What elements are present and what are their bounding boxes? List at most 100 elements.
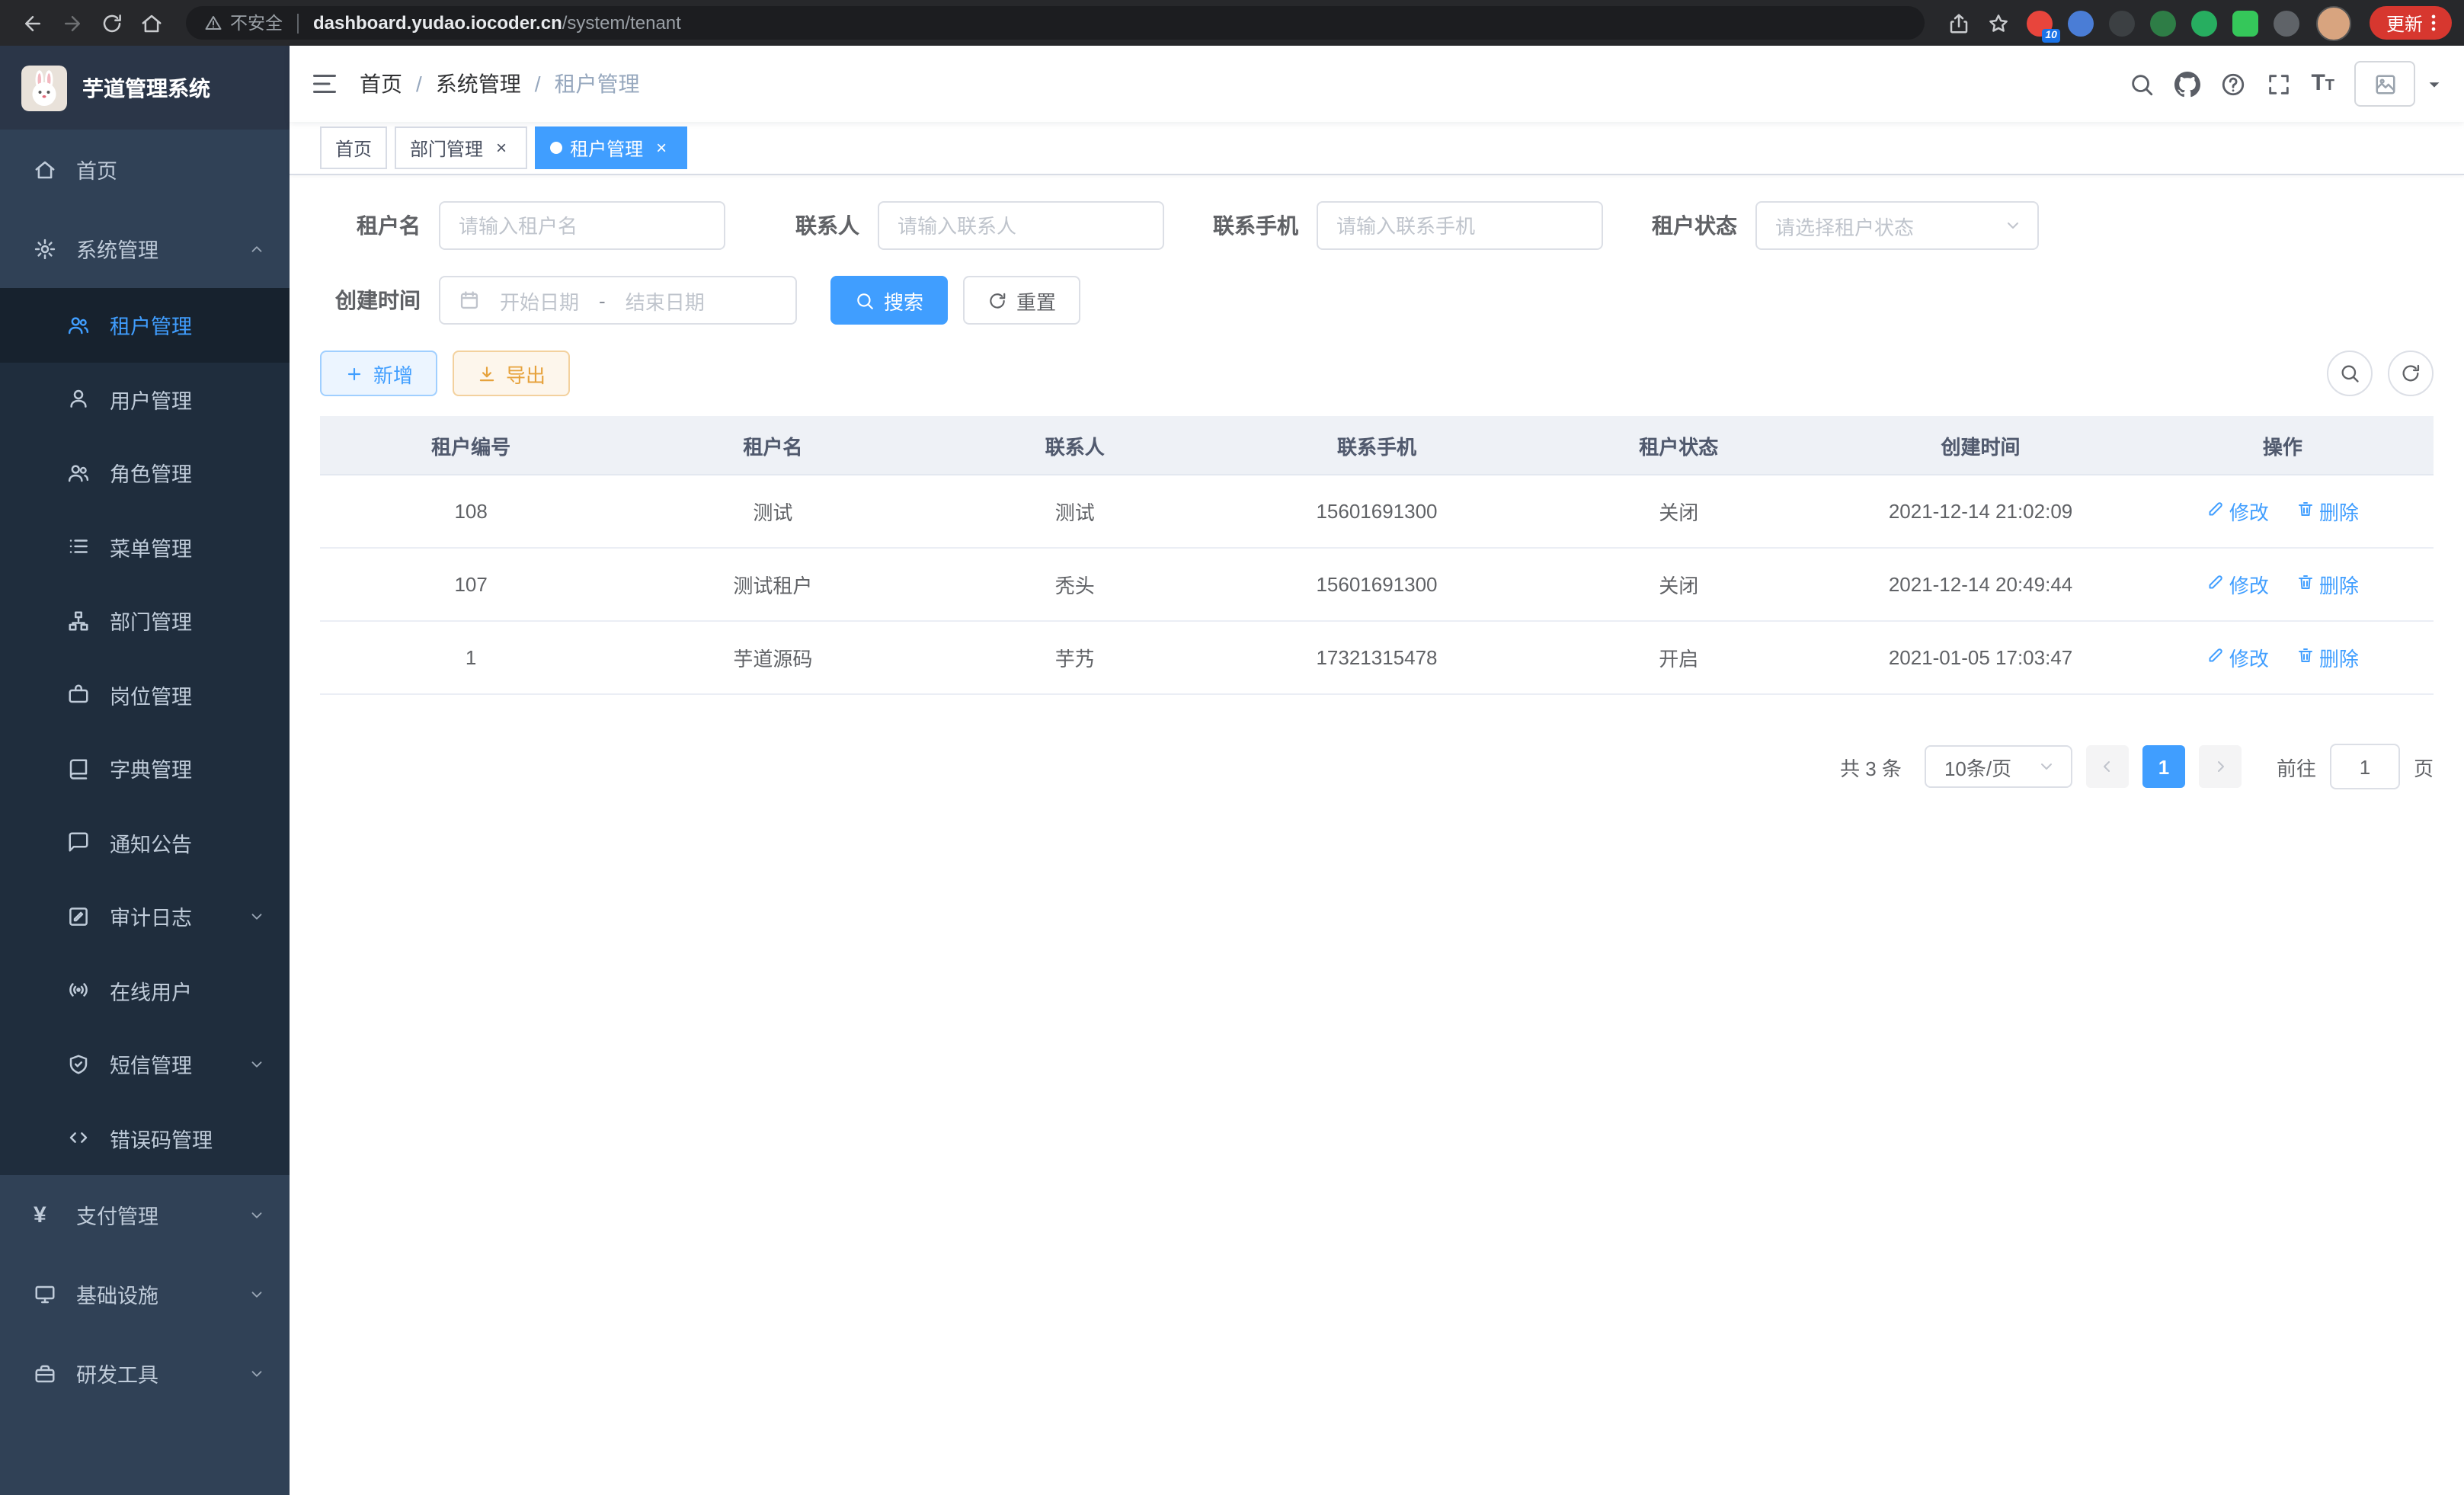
sidebar-item-online-user[interactable]: 在线用户 bbox=[0, 953, 290, 1027]
extension-icon-4[interactable] bbox=[2150, 10, 2176, 36]
cell-phone: 17321315478 bbox=[1226, 621, 1528, 694]
range-separator: - bbox=[599, 289, 606, 312]
goto-page-input[interactable] bbox=[2330, 744, 2400, 789]
reset-button[interactable]: 重置 bbox=[963, 276, 1080, 325]
edit-button[interactable]: 修改 bbox=[2206, 643, 2269, 672]
user-avatar[interactable] bbox=[2354, 61, 2415, 107]
sidebar-toggle-button[interactable] bbox=[290, 70, 360, 98]
breadcrumb-home[interactable]: 首页 bbox=[360, 69, 402, 99]
delete-button[interactable]: 删除 bbox=[2296, 497, 2359, 526]
tenant-name-input[interactable] bbox=[439, 201, 725, 250]
extension-icon-5[interactable] bbox=[2191, 10, 2217, 36]
edit-button[interactable]: 修改 bbox=[2206, 497, 2269, 526]
sidebar-item-label: 错误码管理 bbox=[110, 1123, 213, 1154]
breadcrumb-system[interactable]: 系统管理 bbox=[436, 69, 521, 99]
table-toolbar: 新增 导出 bbox=[320, 351, 2434, 396]
url-path: /system/tenant bbox=[562, 12, 681, 34]
header-search-button[interactable] bbox=[2128, 71, 2154, 97]
next-page-button[interactable] bbox=[2199, 745, 2242, 788]
start-date-placeholder: 开始日期 bbox=[500, 286, 579, 315]
sidebar-item-post[interactable]: 岗位管理 bbox=[0, 658, 290, 731]
log-icon bbox=[67, 905, 93, 928]
extension-icon-6[interactable] bbox=[2232, 10, 2258, 36]
trash-icon bbox=[2296, 573, 2315, 596]
reload-button[interactable] bbox=[91, 3, 131, 43]
toggle-search-button[interactable] bbox=[2327, 351, 2373, 396]
edit-button[interactable]: 修改 bbox=[2206, 570, 2269, 599]
contact-input[interactable] bbox=[878, 201, 1164, 250]
caret-down-icon[interactable] bbox=[2426, 75, 2443, 92]
breadcrumb-separator: / bbox=[416, 72, 422, 96]
sidebar-item-role[interactable]: 角色管理 bbox=[0, 436, 290, 510]
bookmark-star-button[interactable] bbox=[1979, 3, 2019, 43]
address-bar[interactable]: 不安全 dashboard.yudao.iocoder.cn/system/te… bbox=[186, 6, 1925, 40]
help-button[interactable] bbox=[2219, 71, 2245, 97]
tab-home[interactable]: 首页 bbox=[320, 126, 387, 169]
delete-button[interactable]: 删除 bbox=[2296, 570, 2359, 599]
create-time-range-picker[interactable]: 开始日期 - 结束日期 bbox=[439, 276, 797, 325]
close-icon[interactable]: × bbox=[651, 137, 672, 158]
sidebar-item-sms[interactable]: 短信管理 bbox=[0, 1027, 290, 1101]
page-content: 租户名 联系人 联系手机 租户状态 请选择租户状态 bbox=[290, 175, 2464, 1495]
browser-home-button[interactable] bbox=[131, 3, 171, 43]
sidebar-item-notice[interactable]: 通知公告 bbox=[0, 805, 290, 879]
update-button[interactable]: 更新 bbox=[2370, 6, 2452, 40]
cell-name: 芋道源码 bbox=[622, 621, 923, 694]
extensions-cluster: 10 bbox=[2019, 10, 2307, 36]
delete-button[interactable]: 删除 bbox=[2296, 643, 2359, 672]
app-title: 芋道管理系统 bbox=[82, 72, 210, 103]
filter-row-1: 租户名 联系人 联系手机 租户状态 请选择租户状态 bbox=[320, 201, 2434, 250]
tab-dept-management[interactable]: 部门管理 × bbox=[395, 126, 527, 169]
tab-tenant-management[interactable]: 租户管理 × bbox=[535, 126, 687, 169]
sidebar-item-dept[interactable]: 部门管理 bbox=[0, 584, 290, 658]
sidebar-item-label: 支付管理 bbox=[76, 1199, 158, 1230]
toolbox-icon bbox=[34, 1362, 59, 1385]
prev-page-button[interactable] bbox=[2086, 745, 2129, 788]
table-body: 108测试测试15601691300关闭2021-12-14 21:02:09修… bbox=[320, 475, 2434, 694]
page-unit-label: 页 bbox=[2414, 752, 2434, 781]
extension-icon-1[interactable]: 10 bbox=[2027, 10, 2053, 36]
sidebar-item-error-code[interactable]: 错误码管理 bbox=[0, 1101, 290, 1175]
sidebar-item-infra[interactable]: 基础设施 bbox=[0, 1254, 290, 1333]
close-icon[interactable]: × bbox=[491, 137, 512, 158]
export-button[interactable]: 导出 bbox=[453, 351, 570, 396]
add-button[interactable]: 新增 bbox=[320, 351, 437, 396]
app-logo[interactable]: 芋道管理系统 bbox=[0, 46, 290, 130]
page-1-button[interactable]: 1 bbox=[2142, 745, 2185, 788]
sidebar-item-tenant[interactable]: 租户管理 bbox=[0, 288, 290, 362]
tenant-status-select[interactable]: 请选择租户状态 bbox=[1755, 201, 2039, 250]
sidebar-item-home[interactable]: 首页 bbox=[0, 130, 290, 209]
sidebar-item-label: 审计日志 bbox=[110, 901, 192, 932]
calendar-icon bbox=[459, 290, 480, 311]
add-button-label: 新增 bbox=[373, 359, 413, 388]
table-row: 108测试测试15601691300关闭2021-12-14 21:02:09修… bbox=[320, 475, 2434, 548]
refresh-table-button[interactable] bbox=[2388, 351, 2434, 396]
github-link[interactable] bbox=[2174, 71, 2200, 97]
sidebar-item-dev-tools[interactable]: 研发工具 bbox=[0, 1333, 290, 1413]
sidebar-item-dict[interactable]: 字典管理 bbox=[0, 731, 290, 805]
sidebar-item-audit-log[interactable]: 审计日志 bbox=[0, 879, 290, 953]
share-button[interactable] bbox=[1940, 3, 1979, 43]
search-button[interactable]: 搜索 bbox=[830, 276, 948, 325]
phone-input[interactable] bbox=[1317, 201, 1603, 250]
font-size-button[interactable]: TT bbox=[2311, 70, 2334, 98]
sidebar-item-menu[interactable]: 菜单管理 bbox=[0, 510, 290, 584]
users-icon bbox=[67, 462, 93, 485]
kebab-menu-icon[interactable] bbox=[2423, 12, 2444, 34]
fullscreen-button[interactable] bbox=[2265, 71, 2291, 97]
message-icon bbox=[67, 831, 93, 854]
sidebar-item-payment[interactable]: ¥支付管理 bbox=[0, 1175, 290, 1254]
page-size-select[interactable]: 10条/页 bbox=[1925, 745, 2072, 788]
forward-button[interactable] bbox=[52, 3, 91, 43]
cell-id: 1 bbox=[320, 621, 622, 694]
sidebar-item-system[interactable]: 系统管理 bbox=[0, 209, 290, 288]
extension-icon-7[interactable] bbox=[2274, 10, 2299, 36]
extension-icon-3[interactable] bbox=[2109, 10, 2135, 36]
back-button[interactable] bbox=[12, 3, 52, 43]
tree-icon bbox=[67, 610, 93, 632]
browser-profile-avatar[interactable] bbox=[2316, 5, 2351, 40]
extension-icon-2[interactable] bbox=[2068, 10, 2094, 36]
tab-label: 部门管理 bbox=[410, 135, 483, 161]
sidebar-item-label: 用户管理 bbox=[110, 384, 192, 415]
sidebar-item-user[interactable]: 用户管理 bbox=[0, 362, 290, 436]
